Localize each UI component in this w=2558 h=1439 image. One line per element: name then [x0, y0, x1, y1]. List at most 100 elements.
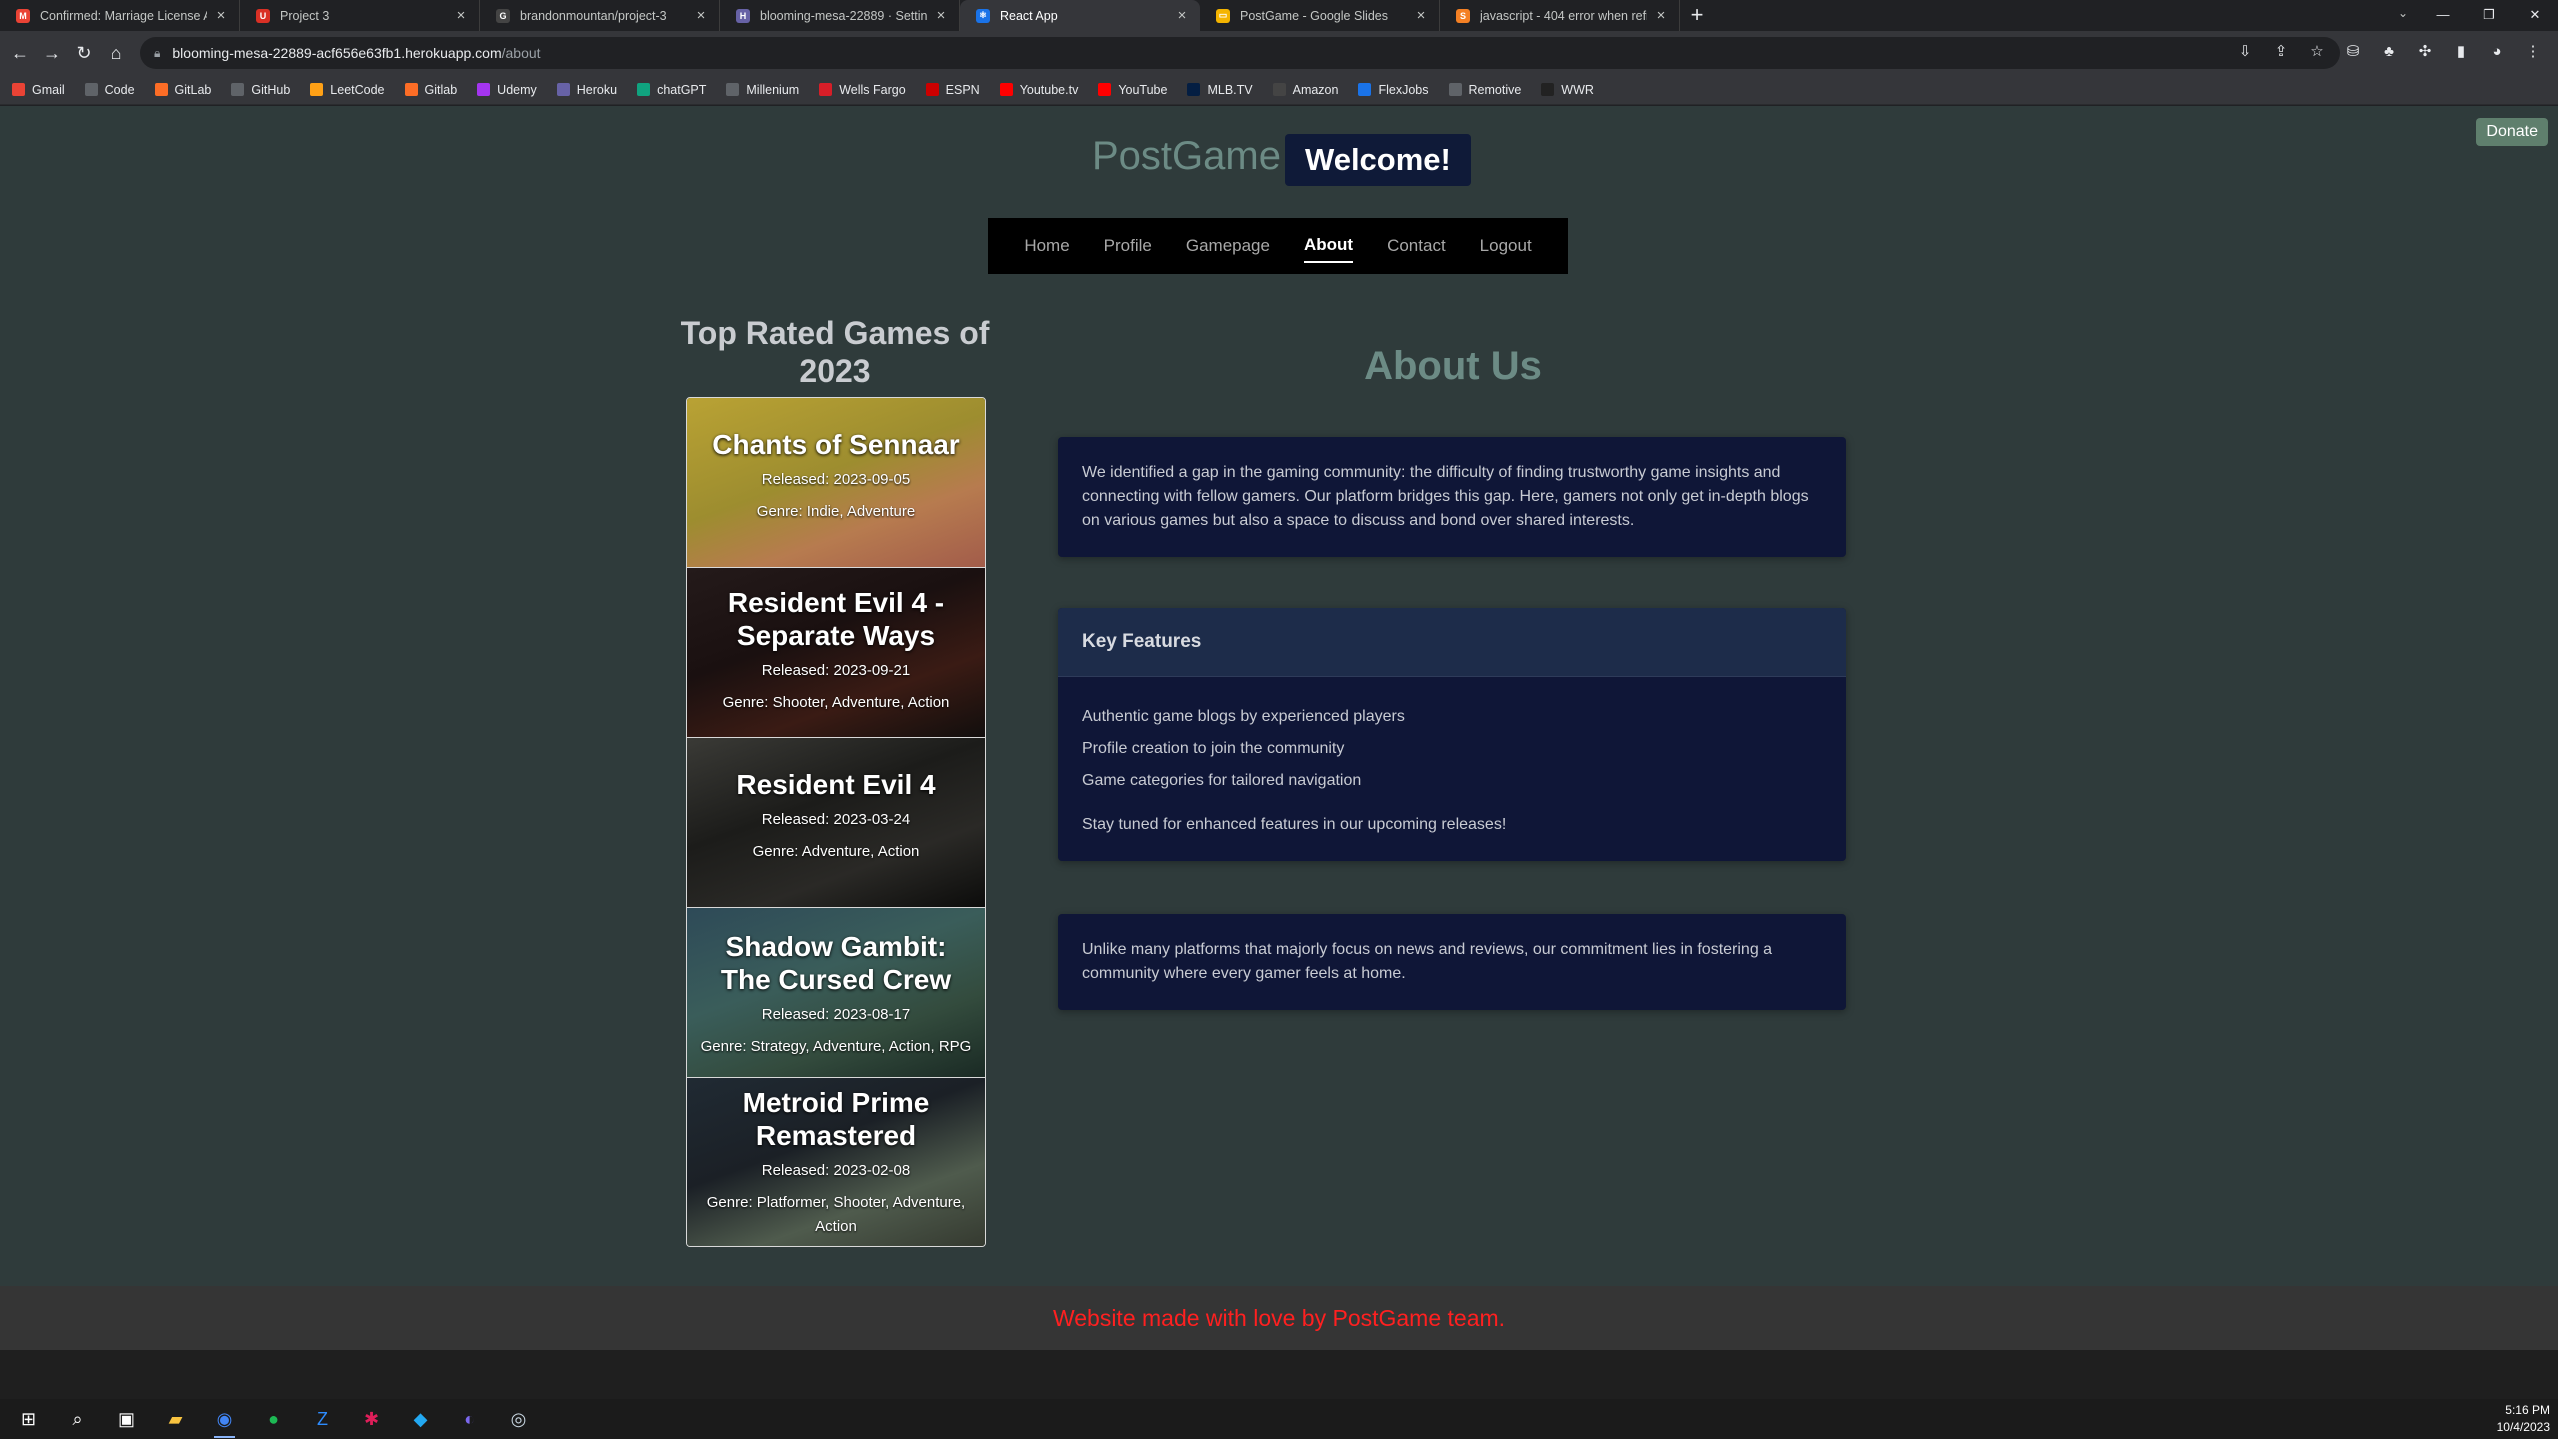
- system-clock[interactable]: 5:16 PM 10/4/2023: [2497, 1402, 2550, 1436]
- windows-taskbar: ⊞ ⌕ ▣ ▰ ◉ ● Z ✱ ◆ ◐ ◎ 5:16 PM 10/4/2023: [0, 1399, 2558, 1439]
- bookmark-item[interactable]: FlexJobs: [1358, 83, 1429, 97]
- chrome-icon[interactable]: ◉: [200, 1399, 249, 1439]
- steam-icon[interactable]: ◎: [494, 1399, 543, 1439]
- close-window-icon[interactable]: ✕: [2512, 0, 2558, 31]
- minimize-icon[interactable]: —: [2420, 0, 2466, 31]
- bookmark-favicon-icon: [12, 83, 25, 96]
- game-release-date: Released: 2023-09-21: [761, 662, 911, 679]
- browser-tab[interactable]: ▭ PostGame - Google Slides ×: [1200, 0, 1440, 31]
- game-release-date: Released: 2023-08-17: [761, 1006, 911, 1023]
- maximize-icon[interactable]: ❐: [2466, 0, 2512, 31]
- tab-close-icon[interactable]: ×: [1413, 7, 1429, 24]
- bookmark-item[interactable]: Millenium: [726, 83, 799, 97]
- bookmark-item[interactable]: Gmail: [12, 83, 65, 97]
- game-genres: Genre: Platformer, Shooter, Adventure, A…: [706, 1194, 966, 1235]
- back-icon[interactable]: ←: [4, 37, 36, 69]
- tab-close-icon[interactable]: ×: [213, 7, 229, 24]
- clock-date: 10/4/2023: [2496, 1420, 2550, 1434]
- donate-button[interactable]: Donate: [2476, 118, 2548, 146]
- tab-close-icon[interactable]: ×: [693, 7, 709, 24]
- browser-tab[interactable]: M Confirmed: Marriage License Ap ×: [0, 0, 240, 31]
- bookmark-label: Amazon: [1292, 82, 1339, 97]
- game-card[interactable]: Resident Evil 4 - Separate Ways Released:…: [687, 568, 985, 738]
- bookmark-label: MLB.TV: [1207, 82, 1253, 97]
- vscode-icon[interactable]: ◆: [396, 1399, 445, 1439]
- nav-link-contact[interactable]: Contact: [1387, 230, 1446, 262]
- game-title: Resident Evil 4: [736, 769, 936, 800]
- bookmark-item[interactable]: Wells Fargo: [819, 83, 906, 97]
- tab-favicon-icon: S: [1456, 8, 1470, 23]
- browser-tab[interactable]: Gbrandonmountan/project-3 ×: [480, 0, 720, 31]
- nav-link-profile[interactable]: Profile: [1104, 230, 1152, 262]
- bookmark-item[interactable]: chatGPT: [637, 83, 706, 97]
- nav-link-gamepage[interactable]: Gamepage: [1186, 230, 1270, 262]
- bookmark-item[interactable]: MLB.TV: [1187, 82, 1253, 97]
- bookmark-favicon-icon: [1098, 83, 1112, 96]
- search-icon[interactable]: ⌕: [53, 1399, 102, 1439]
- tab-title: Project 3: [280, 8, 330, 23]
- extension-icon[interactable]: ♣: [2374, 37, 2404, 67]
- game-card[interactable]: Metroid Prime Remastered Released: 2023-0…: [687, 1078, 985, 1246]
- bookmark-item[interactable]: Udemy: [477, 83, 537, 97]
- eclipse-icon[interactable]: ◐: [445, 1399, 494, 1439]
- address-bar[interactable]: 🔒︎ blooming-mesa-22889-acf656e63fb1.hero…: [140, 37, 2340, 69]
- menu-kebab-icon[interactable]: ⋮: [2518, 37, 2548, 67]
- bookmark-favicon-icon: [726, 83, 740, 96]
- home-icon[interactable]: ⌂: [100, 37, 132, 69]
- game-card[interactable]: Chants of Sennaar Released: 2023-09-05 Gen…: [687, 398, 985, 568]
- tab-search-icon[interactable]: ⌄: [2398, 6, 2408, 20]
- bookmark-favicon-icon: [819, 83, 833, 96]
- commitment-text: Unlike many platforms that majorly focus…: [1082, 941, 1773, 982]
- game-title: Shadow Gambit: The Cursed Crew: [720, 931, 952, 995]
- bookmark-item[interactable]: Remotive: [1448, 83, 1521, 97]
- bookmark-item[interactable]: Amazon: [1272, 82, 1339, 97]
- nav-link-logout[interactable]: Logout: [1480, 230, 1532, 262]
- extensions-puzzle-icon[interactable]: ✣: [2410, 37, 2440, 67]
- bookmark-favicon-icon: [154, 83, 168, 96]
- nav-link-about[interactable]: About: [1303, 229, 1354, 263]
- bookmark-item[interactable]: LeetCode: [310, 83, 385, 97]
- side-panel-icon[interactable]: ▮: [2446, 37, 2476, 67]
- bookmark-item[interactable]: Heroku: [556, 83, 617, 97]
- zoom-icon[interactable]: Z: [298, 1399, 347, 1439]
- site-brand[interactable]: PostGame: [1092, 134, 1281, 179]
- bookmark-item[interactable]: Gitlab: [404, 83, 457, 97]
- tab-close-icon[interactable]: ×: [1653, 7, 1669, 24]
- share-icon[interactable]: ⇪: [2266, 37, 2296, 67]
- feature-item: Profile creation to join the community: [1082, 740, 1345, 757]
- game-card[interactable]: Resident Evil 4 Released: 2023-03-24 Genre…: [687, 738, 985, 908]
- browser-tab[interactable]: Hblooming-mesa-22889 · Setting ×: [720, 0, 960, 31]
- extension-icon[interactable]: ⛁: [2338, 37, 2368, 67]
- forward-icon[interactable]: →: [36, 37, 68, 69]
- bookmark-item[interactable]: WWR: [1541, 83, 1594, 97]
- tab-close-icon[interactable]: ×: [453, 7, 469, 24]
- game-card[interactable]: Shadow Gambit: The Cursed Crew Released: …: [687, 908, 985, 1078]
- install-icon[interactable]: ⇩: [2230, 37, 2260, 67]
- bookmark-item[interactable]: GitLab: [154, 83, 211, 97]
- bookmark-item[interactable]: YouTube: [1098, 83, 1167, 97]
- file-explorer-icon[interactable]: ▰: [151, 1399, 200, 1439]
- slack-icon[interactable]: ✱: [347, 1399, 396, 1439]
- nav-link-home[interactable]: Home: [1024, 230, 1069, 262]
- tab-close-icon[interactable]: ×: [1174, 7, 1190, 24]
- bookmark-item[interactable]: GitHub: [231, 83, 290, 97]
- tab-title: Confirmed: Marriage License Ap: [40, 8, 207, 23]
- bookmark-item[interactable]: Code: [84, 82, 135, 97]
- browser-tab[interactable]: Sjavascript - 404 error when refre ×: [1440, 0, 1680, 31]
- start-icon[interactable]: ⊞: [4, 1399, 53, 1439]
- browser-tab[interactable]: ⚛ React App ×: [960, 0, 1200, 31]
- tab-close-icon[interactable]: ×: [933, 7, 949, 24]
- spotify-icon[interactable]: ●: [249, 1399, 298, 1439]
- bookmark-item[interactable]: ESPN: [925, 83, 980, 97]
- bookmark-label: Udemy: [497, 82, 537, 97]
- site-footer: Website made with love by PostGame team.: [0, 1286, 2558, 1350]
- browser-tab[interactable]: U Project 3 ×: [240, 0, 480, 31]
- profile-avatar-icon[interactable]: ◕: [2482, 37, 2512, 67]
- bookmark-label: Gmail: [32, 82, 65, 97]
- bookmark-label: Code: [104, 82, 135, 97]
- new-tab-button[interactable]: +: [1680, 0, 1714, 31]
- task-view-icon[interactable]: ▣: [102, 1399, 151, 1439]
- bookmark-star-icon[interactable]: ☆: [2302, 37, 2332, 67]
- reload-icon[interactable]: ↻: [68, 37, 100, 69]
- bookmark-item[interactable]: Youtube.tv: [999, 83, 1078, 97]
